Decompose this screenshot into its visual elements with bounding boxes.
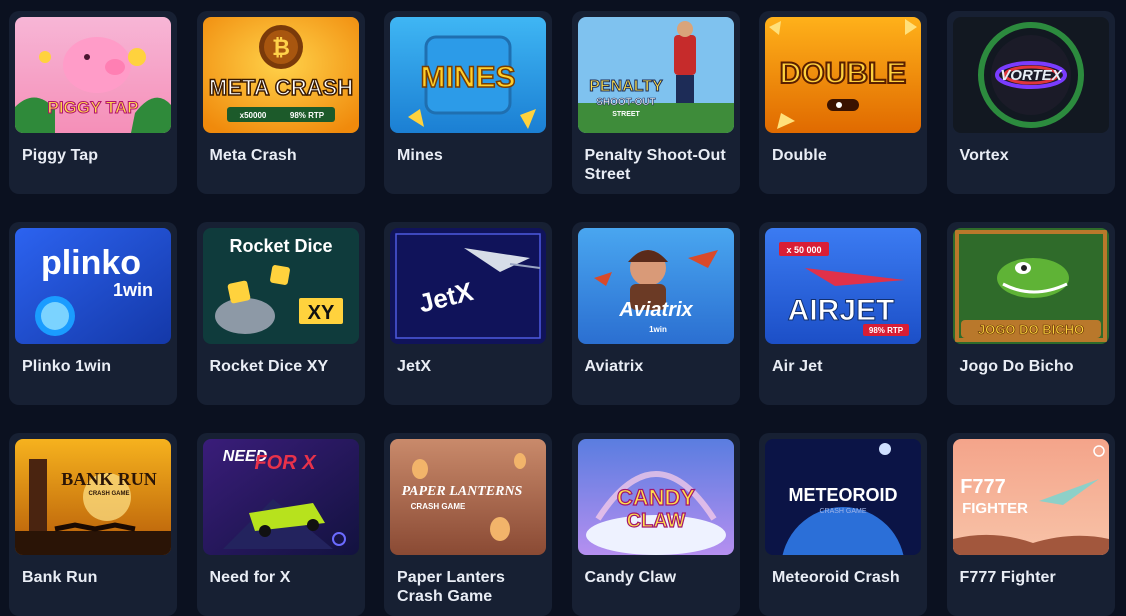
svg-text:FIGHTER: FIGHTER xyxy=(962,500,1028,517)
game-thumbnail[interactable]: Aviatrix 1win xyxy=(577,228,734,344)
svg-text:JOGO DO BICHO: JOGO DO BICHO xyxy=(977,322,1083,337)
game-thumbnail[interactable]: ₿ META CRASH x50000 98% RTP xyxy=(202,17,359,133)
game-card-vortex[interactable]: VORTEX Vortex xyxy=(946,11,1115,194)
game-thumbnail[interactable]: JOGO DO BICHO xyxy=(952,228,1109,344)
games-grid: PIGGY TAP Piggy Tap ₿ META CRASH x50000 … xyxy=(9,11,1115,616)
game-thumbnail[interactable]: Rocket Dice XY xyxy=(202,228,359,344)
svg-text:MINES: MINES xyxy=(420,61,515,94)
game-title: Aviatrix xyxy=(584,358,644,375)
game-card-need-for-x[interactable]: NEED FOR X Need for X xyxy=(196,433,365,616)
svg-text:XY: XY xyxy=(307,302,334,324)
svg-text:CLAW: CLAW xyxy=(626,510,685,532)
game-card-mines[interactable]: MINES Mines xyxy=(384,11,552,194)
svg-text:98% RTP: 98% RTP xyxy=(289,111,324,120)
game-card-rocket-dice-xy[interactable]: Rocket Dice XY Rocket Dice XY xyxy=(196,222,365,405)
game-title: Bank Run xyxy=(22,569,98,586)
svg-text:₿: ₿ xyxy=(272,35,290,60)
game-title: JetX xyxy=(397,358,432,375)
svg-text:DOUBLE: DOUBLE xyxy=(780,57,907,90)
game-card-f777-fighter[interactable]: F777 FIGHTER F777 Fighter xyxy=(946,433,1115,616)
game-thumbnail[interactable]: plinko 1win xyxy=(15,228,171,344)
game-title: Double xyxy=(772,147,827,164)
game-thumbnail[interactable]: x 50 000 AIRJET 98% RTP xyxy=(765,228,921,344)
svg-text:98% RTP: 98% RTP xyxy=(869,326,904,335)
game-card-meta-crash[interactable]: ₿ META CRASH x50000 98% RTP Meta Crash xyxy=(196,11,365,194)
game-card-meteoroid-crash[interactable]: METEOROID CRASH GAME Meteoroid Crash xyxy=(759,433,927,616)
game-thumbnail[interactable]: F777 FIGHTER xyxy=(952,439,1109,555)
game-thumbnail[interactable]: PENALTY SHOOT-OUT STREET xyxy=(577,17,734,133)
game-card-candy-claw[interactable]: CANDY CLAW Candy Claw xyxy=(571,433,740,616)
game-title: Meta Crash xyxy=(209,147,297,164)
svg-text:1win: 1win xyxy=(649,325,667,334)
game-thumbnail[interactable]: NEED FOR X xyxy=(202,439,359,555)
game-title: Rocket Dice XY xyxy=(209,358,329,375)
svg-text:Aviatrix: Aviatrix xyxy=(618,299,693,321)
game-card-plinko-1win[interactable]: plinko 1win Plinko 1win xyxy=(9,222,177,405)
game-card-paper-lanters-crash-game[interactable]: PAPER LANTERNS CRASH GAME Paper Lanters … xyxy=(384,433,552,616)
game-thumbnail[interactable]: PIGGY TAP xyxy=(15,17,171,133)
game-title: Air Jet xyxy=(772,358,823,375)
game-title: Vortex xyxy=(959,147,1009,164)
game-card-double[interactable]: DOUBLE Double xyxy=(759,11,927,194)
game-card-jogo-do-bicho[interactable]: JOGO DO BICHO Jogo Do Bicho xyxy=(946,222,1115,405)
game-thumbnail[interactable]: VORTEX xyxy=(952,17,1109,133)
svg-text:METEOROID: METEOROID xyxy=(788,485,897,505)
game-thumbnail[interactable]: JetX xyxy=(390,228,546,344)
game-thumbnail[interactable]: CANDY CLAW xyxy=(577,439,734,555)
game-title: Candy Claw xyxy=(584,569,677,586)
game-title: Plinko 1win xyxy=(22,358,112,375)
svg-text:CANDY: CANDY xyxy=(616,485,695,510)
game-thumbnail[interactable]: PAPER LANTERNS CRASH GAME xyxy=(390,439,546,555)
game-title: Piggy Tap xyxy=(22,147,99,164)
svg-text:plinko: plinko xyxy=(41,244,141,282)
svg-text:Rocket Dice: Rocket Dice xyxy=(229,236,332,256)
game-card-penalty-shoot-out-street[interactable]: PENALTY SHOOT-OUT STREET Penalty Shoot-O… xyxy=(571,11,740,194)
svg-text:CRASH GAME: CRASH GAME xyxy=(411,502,466,511)
game-title: Jogo Do Bicho xyxy=(959,358,1074,375)
svg-text:PAPER LANTERNS: PAPER LANTERNS xyxy=(402,484,523,499)
svg-text:PIGGY TAP: PIGGY TAP xyxy=(47,98,138,117)
game-card-jetx[interactable]: JetX JetX xyxy=(384,222,552,405)
game-card-bank-run[interactable]: BANK RUN CRASH GAME Bank Run xyxy=(9,433,177,616)
svg-text:x50000: x50000 xyxy=(239,111,266,120)
svg-text:CRASH GAME: CRASH GAME xyxy=(819,508,866,515)
svg-text:SHOOT-OUT: SHOOT-OUT xyxy=(596,97,655,108)
game-title: Paper Lanters Crash Game xyxy=(397,569,506,605)
game-thumbnail[interactable]: DOUBLE xyxy=(765,17,921,133)
svg-text:1win: 1win xyxy=(113,280,153,300)
svg-text:F777: F777 xyxy=(960,476,1006,498)
game-thumbnail[interactable]: BANK RUN CRASH GAME xyxy=(15,439,171,555)
game-card-air-jet[interactable]: x 50 000 AIRJET 98% RTP Air Jet xyxy=(759,222,927,405)
svg-text:VORTEX: VORTEX xyxy=(1000,67,1062,84)
svg-text:META CRASH: META CRASH xyxy=(208,75,352,100)
svg-text:CRASH GAME: CRASH GAME xyxy=(88,491,129,497)
game-title: F777 Fighter xyxy=(959,569,1056,586)
svg-text:STREET: STREET xyxy=(612,111,640,118)
svg-text:BANK RUN: BANK RUN xyxy=(61,469,157,489)
game-thumbnail[interactable]: METEOROID CRASH GAME xyxy=(765,439,921,555)
svg-text:FOR X: FOR X xyxy=(254,452,317,474)
svg-text:PENALTY: PENALTY xyxy=(589,78,663,95)
game-title: Need for X xyxy=(209,569,291,586)
game-card-piggy-tap[interactable]: PIGGY TAP Piggy Tap xyxy=(9,11,177,194)
game-title: Mines xyxy=(397,147,443,164)
game-title: Penalty Shoot-Out Street xyxy=(584,147,726,183)
game-title: Meteoroid Crash xyxy=(772,569,900,586)
game-card-aviatrix[interactable]: Aviatrix 1win Aviatrix xyxy=(571,222,740,405)
svg-text:AIRJET: AIRJET xyxy=(788,294,895,327)
game-thumbnail[interactable]: MINES xyxy=(390,17,546,133)
svg-text:x 50 000: x 50 000 xyxy=(786,245,821,255)
